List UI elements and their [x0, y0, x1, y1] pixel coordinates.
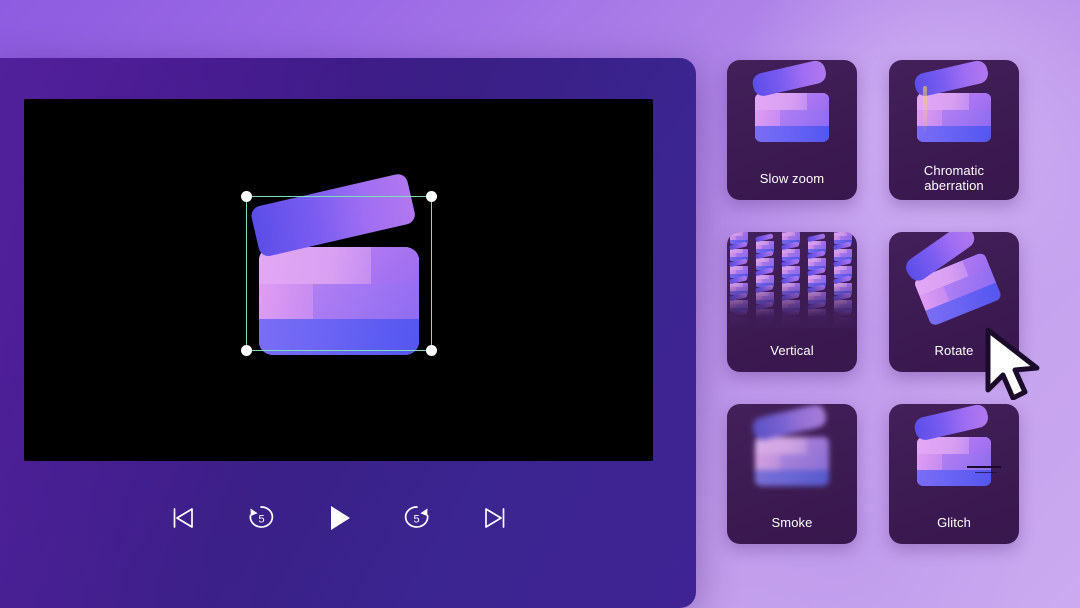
rewind-5-button[interactable]: 5 [240, 497, 282, 539]
effect-label: Rotate [934, 342, 974, 358]
forward-seconds-label: 5 [413, 514, 419, 526]
selection-handle-bottom-right[interactable] [426, 345, 437, 356]
clapperboard-icon [912, 60, 991, 142]
selection-frame[interactable] [241, 191, 437, 356]
skip-next-button[interactable] [474, 497, 516, 539]
effect-card-glitch[interactable]: Glitch [889, 404, 1019, 544]
clapperboard-icon [750, 60, 829, 142]
effect-thumbnail [727, 232, 857, 328]
effect-thumbnail [727, 60, 857, 156]
skip-next-icon [484, 508, 504, 528]
effect-label: Chromatic aberration [923, 163, 985, 193]
clapperboard-tile-pattern [727, 232, 857, 328]
video-preview[interactable] [24, 99, 653, 461]
effect-thumbnail [889, 404, 1019, 500]
clapperboard-tile [832, 309, 852, 328]
effect-card-smoke[interactable]: Smoke [727, 404, 857, 544]
effect-label: Smoke [771, 514, 813, 530]
chromatic-fringe-overlay [912, 60, 991, 142]
smoke-blur-overlay [750, 404, 829, 486]
forward-5-icon: 5 [404, 506, 428, 528]
effect-label: Vertical [770, 342, 814, 358]
skip-previous-button[interactable] [162, 497, 204, 539]
effect-thumbnail [889, 60, 1019, 156]
rewind-seconds-label: 5 [258, 514, 264, 526]
clapperboard-tile [728, 309, 748, 328]
editor-panel: 5 5 [0, 58, 696, 608]
rotate-transform [902, 232, 1003, 327]
effect-card-chromatic-aberration[interactable]: Chromatic aberration [889, 60, 1019, 200]
forward-5-button[interactable]: 5 [396, 497, 438, 539]
play-button[interactable] [318, 497, 360, 539]
glitch-overlay [912, 404, 1001, 486]
glitch-line [967, 466, 1001, 468]
effect-label: Slow zoom [759, 170, 825, 186]
rewind-5-icon: 5 [249, 506, 273, 528]
selection-handle-bottom-left[interactable] [241, 345, 252, 356]
effect-card-vertical[interactable]: Vertical [727, 232, 857, 372]
effects-grid: Slow zoom Chromatic aberration Vertical … [727, 60, 1019, 544]
playback-controls: 5 5 [24, 478, 653, 558]
glitch-line [975, 472, 997, 473]
selection-handle-top-left[interactable] [241, 191, 252, 202]
clapperboard-icon [750, 404, 829, 486]
effect-label: Glitch [937, 514, 971, 530]
effect-card-slow-zoom[interactable]: Slow zoom [727, 60, 857, 200]
clapperboard-icon [912, 404, 991, 486]
skip-previous-icon [173, 508, 193, 528]
clapperboard-icon [902, 232, 1003, 327]
effect-thumbnail [889, 232, 1019, 328]
clapperboard-tile [780, 309, 800, 328]
effect-thumbnail [727, 404, 857, 500]
app-root: 5 5 Slow zoom Chromatic aberration Verti… [0, 0, 1080, 608]
play-icon [330, 506, 350, 530]
selection-handle-top-right[interactable] [426, 191, 437, 202]
effect-card-rotate[interactable]: Rotate [889, 232, 1019, 372]
